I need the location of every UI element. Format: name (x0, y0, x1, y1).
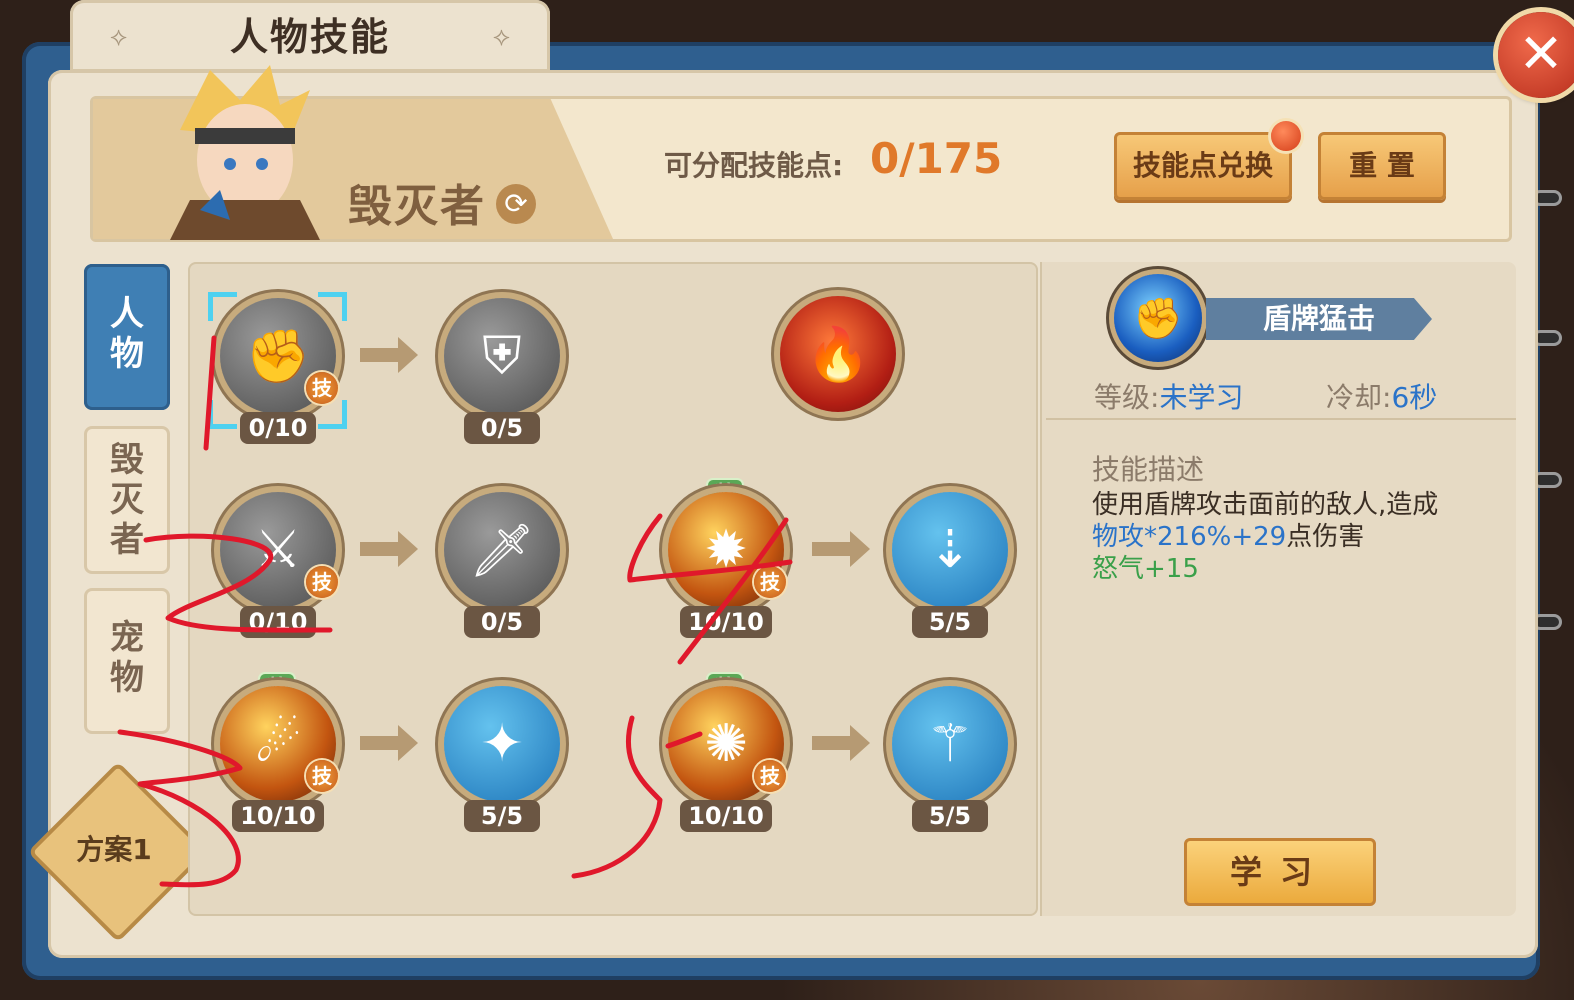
character-avatar (170, 65, 320, 240)
tab-character-label: 人 (110, 294, 144, 334)
skill-level: 5/5 (464, 800, 540, 832)
cooldown-label: 冷却: (1326, 381, 1392, 414)
page-title: 人物技能 (229, 15, 390, 59)
description-title: 技能描述 (1092, 453, 1205, 486)
tab-destroyer-label: 灭 (110, 480, 144, 520)
tab-pet[interactable]: 宠 物 (84, 588, 170, 734)
active-skill-badge: 技 (754, 566, 786, 598)
level-value: 未学习 (1159, 381, 1244, 414)
skill-level: 10/10 (680, 800, 772, 832)
skill-level: 0/5 (464, 606, 540, 638)
active-skill-badge: 技 (306, 760, 338, 792)
swap-class-icon[interactable]: ⟳ (496, 184, 536, 224)
sword-down-icon: ⇣ (928, 520, 972, 580)
skill-node[interactable]: 🗡 (444, 492, 560, 608)
tab-character-label: 物 (110, 334, 144, 374)
spinning-sword-icon: ✦ (480, 714, 524, 774)
active-skill-badge: 技 (306, 372, 338, 404)
skill-node[interactable]: ✦ (444, 686, 560, 802)
skill-level: 10/10 (232, 800, 324, 832)
arrow-right-icon (812, 725, 870, 761)
learn-button[interactable]: 学习 (1184, 838, 1376, 906)
close-button[interactable]: ✕ (1498, 12, 1574, 98)
active-skill-badge: 技 (306, 566, 338, 598)
reset-button[interactable]: 重 置 (1318, 132, 1446, 200)
fire-warrior-icon: 🔥 (805, 324, 871, 385)
fist-icon: ✊ (1133, 295, 1183, 342)
tab-destroyer-label: 者 (110, 520, 144, 560)
skill-level-row: 等级:未学习 (1094, 376, 1243, 416)
sword-slash-icon: ⚚ (926, 714, 974, 774)
tab-destroyer[interactable]: 毁 灭 者 (84, 426, 170, 574)
damage-suffix: 点伤害 (1286, 522, 1365, 552)
active-skill-badge: 技 (754, 760, 786, 792)
selected-skill-icon: ✊ (1114, 274, 1202, 362)
level-label: 等级: (1094, 381, 1160, 414)
arrow-right-icon (360, 337, 418, 373)
arrow-right-icon (360, 725, 418, 761)
class-name: 毁灭者 (348, 181, 486, 232)
skill-node-ultimate[interactable]: 🔥 (780, 296, 896, 412)
arrow-right-icon (812, 531, 870, 567)
tab-character[interactable]: 人 物 (84, 264, 170, 410)
rage-gain: 怒气+15 (1092, 554, 1199, 584)
skill-level: 0/10 (240, 412, 316, 444)
divider (1046, 418, 1516, 420)
exchange-points-button[interactable]: 技能点兑换 (1114, 121, 1301, 200)
skill-node[interactable]: ⛨ (444, 298, 560, 414)
selected-skill-name: 盾牌猛击 (1206, 298, 1432, 340)
cooldown-row: 冷却:6秒 (1326, 376, 1437, 416)
skill-level: 5/5 (912, 606, 988, 638)
skill-level: 0/5 (464, 412, 540, 444)
exchange-points-label: 技能点兑换 (1132, 149, 1273, 182)
skill-node[interactable]: ⚚ (892, 686, 1008, 802)
title-ornament-icon: ⟡ (492, 22, 510, 52)
skill-node[interactable]: ⇣ (892, 492, 1008, 608)
tab-destroyer-label: 毁 (110, 440, 144, 480)
arrow-right-icon (360, 531, 418, 567)
skill-points-value: 0/175 (870, 134, 1003, 183)
cooldown-value: 6秒 (1391, 381, 1438, 414)
plan-label: 方案1 (76, 833, 152, 866)
skill-level: 5/5 (912, 800, 988, 832)
skill-points-label: 可分配技能点: (664, 149, 844, 182)
skill-info-panel (1040, 262, 1516, 916)
skill-level: 10/10 (680, 606, 772, 638)
tab-pet-label: 宠 (110, 618, 144, 658)
lightning-shield-icon: ⛨ (482, 325, 522, 386)
skill-level: 0/10 (240, 606, 316, 638)
notification-dot-icon (1271, 121, 1301, 151)
sword-icon: 🗡 (468, 520, 535, 581)
tab-pet-label: 物 (110, 658, 144, 698)
